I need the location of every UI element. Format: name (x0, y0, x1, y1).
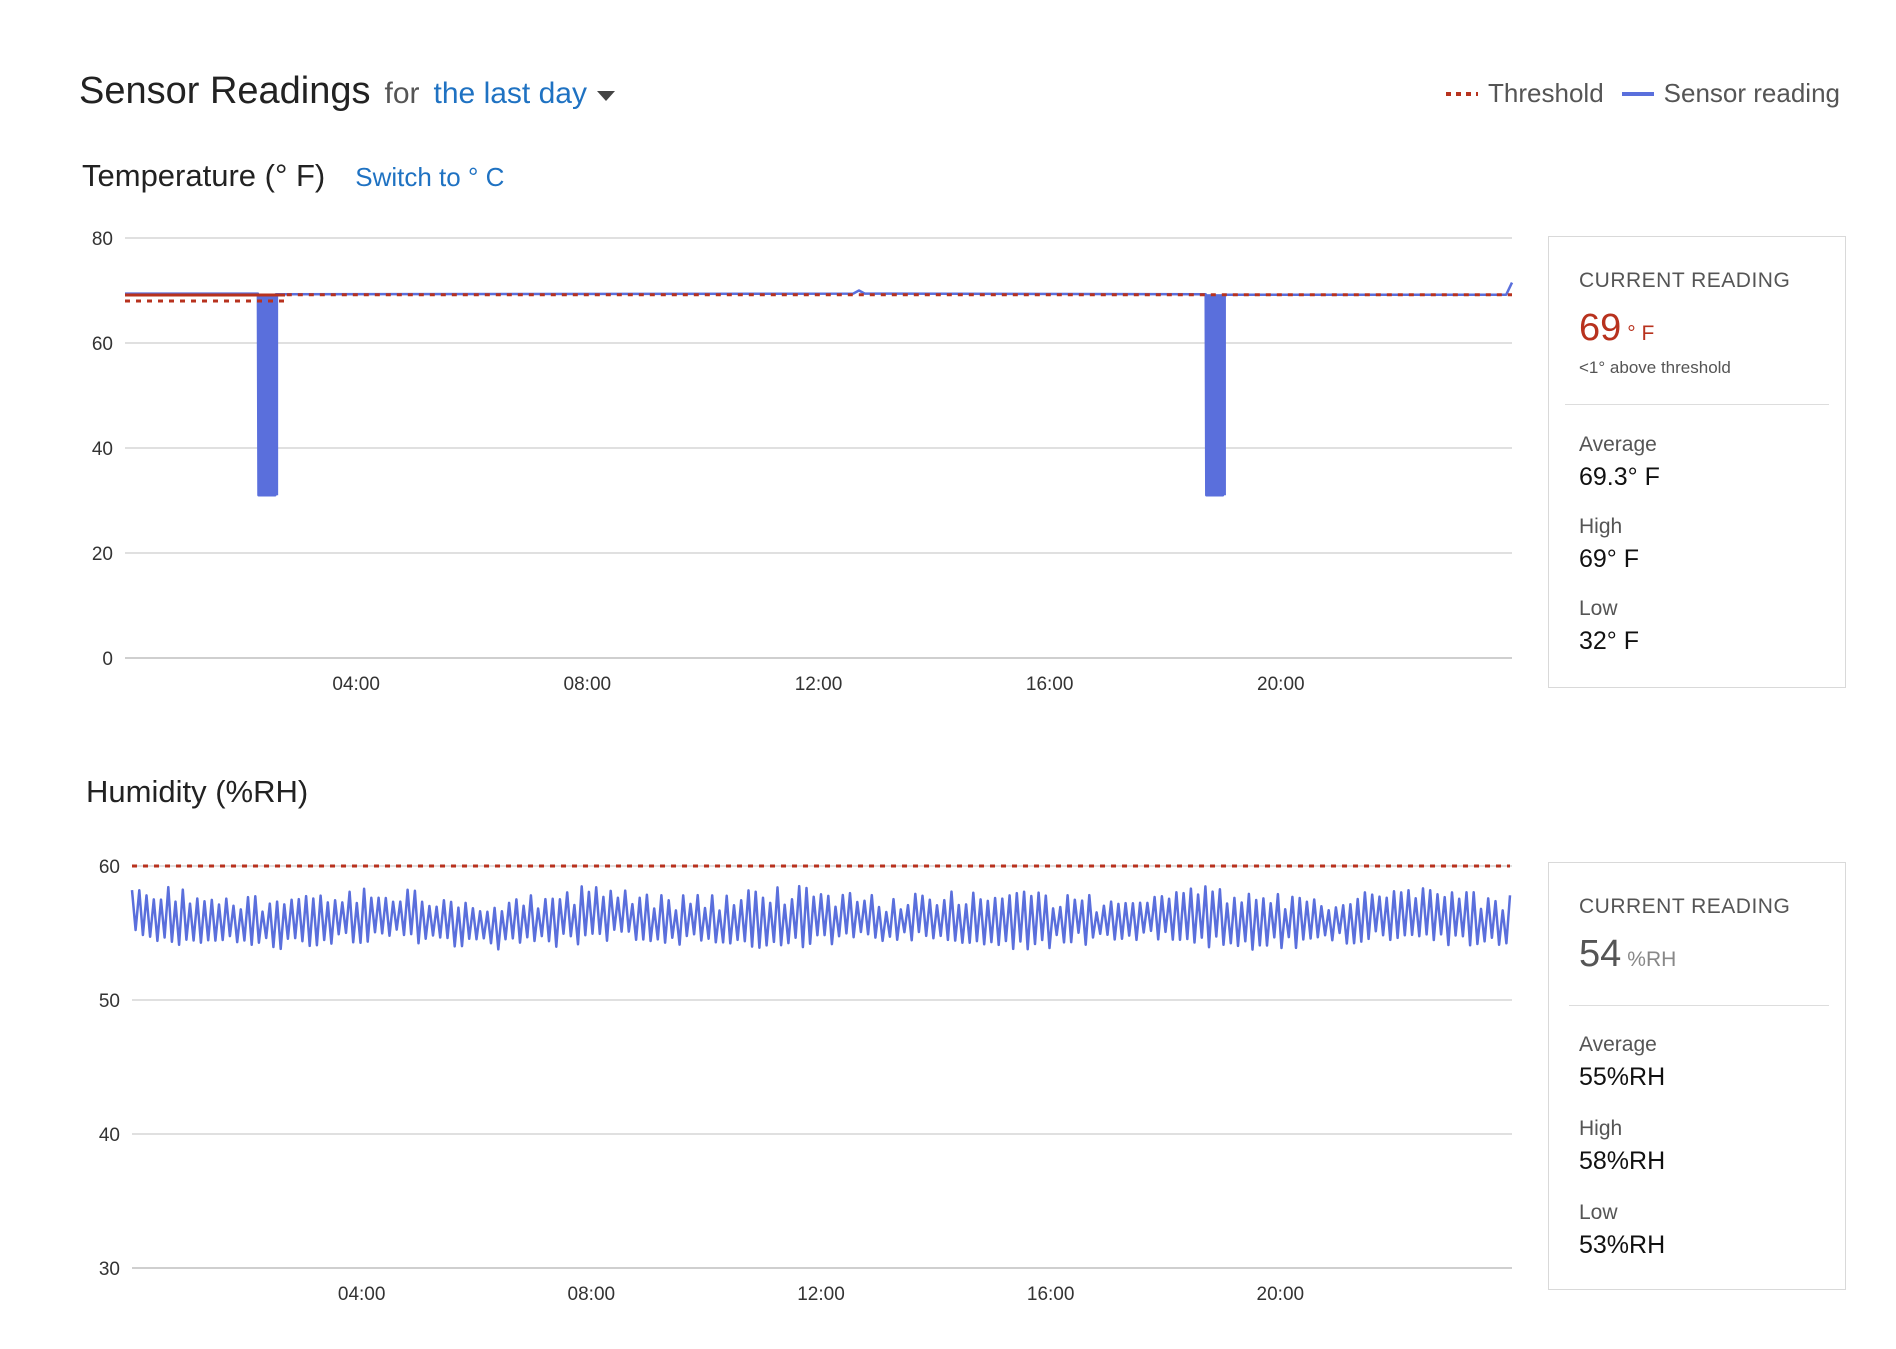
x-tick-label: 16:00 (1026, 674, 1074, 695)
hum-current-heading: CURRENT READING (1579, 895, 1791, 918)
threshold-note: <1° above threshold (1579, 358, 1731, 377)
y-tick-label: 80 (92, 229, 113, 250)
y-tick-label: 50 (99, 991, 120, 1012)
humidity-reading-card: CURRENT READING 54 %RH Average 55%RH Hig… (1548, 862, 1846, 1290)
header-title-row: Sensor Readings for the last day (79, 70, 615, 113)
y-tick-label: 60 (99, 857, 120, 878)
x-tick-label: 20:00 (1257, 1284, 1305, 1305)
hum-current-value: 54 (1579, 933, 1622, 975)
time-range-label: the last day (433, 77, 587, 110)
hum-high-value: 58%RH (1579, 1147, 1666, 1175)
x-tick-label: 12:00 (795, 674, 843, 695)
hum-average-value: 55%RH (1579, 1063, 1666, 1091)
temp-average-label: Average (1579, 433, 1657, 456)
y-tick-label: 40 (92, 439, 113, 460)
temperature-reading-card: CURRENT READING 69 ° F <1° above thresho… (1548, 236, 1846, 688)
temp-current-value: 69 (1579, 307, 1622, 349)
hum-low-label: Low (1579, 1201, 1618, 1224)
page-title: Sensor Readings (79, 70, 371, 112)
chart-legend: Threshold Sensor reading (1446, 78, 1840, 109)
temp-current-heading: CURRENT READING (1579, 269, 1791, 292)
legend-threshold-label: Threshold (1488, 78, 1604, 108)
chevron-down-icon (596, 91, 615, 101)
temperature-chart: 80 60 40 20 0 04:00 08:00 12:00 16:00 20:00 (92, 229, 1514, 695)
hum-average-label: Average (1579, 1033, 1657, 1056)
switch-unit-link[interactable]: Switch to ° C (355, 162, 504, 193)
dashed-line-icon (1446, 91, 1479, 96)
legend-sensor-label: Sensor reading (1663, 78, 1840, 108)
temperature-title: Temperature (° F) (82, 158, 326, 193)
y-tick-label: 30 (99, 1259, 120, 1280)
for-label: for (384, 77, 420, 110)
humidity-header: Humidity (%RH) (86, 774, 308, 810)
card-divider (1569, 1005, 1829, 1006)
x-tick-label: 16:00 (1027, 1284, 1075, 1305)
legend-sensor: Sensor reading (1621, 78, 1840, 109)
time-range-dropdown[interactable]: the last day (434, 77, 615, 111)
card-divider (1565, 404, 1829, 405)
y-tick-label: 20 (92, 544, 113, 565)
y-tick-label: 40 (99, 1125, 120, 1146)
x-tick-label: 04:00 (332, 674, 380, 695)
temp-low-value: 32° F (1579, 627, 1640, 655)
hum-high-label: High (1579, 1117, 1623, 1140)
hum-current-reading: 54 %RH (1579, 933, 1676, 976)
temp-low-label: Low (1579, 597, 1618, 620)
temp-high-value: 69° F (1579, 545, 1640, 573)
temperature-header: Temperature (° F) Switch to ° C (82, 158, 504, 194)
x-tick-label: 12:00 (797, 1284, 845, 1305)
hum-low-value: 53%RH (1579, 1231, 1666, 1259)
sensor-reading-line (130, 884, 1512, 951)
hum-current-unit: %RH (1627, 948, 1677, 971)
y-tick-label: 0 (102, 649, 113, 670)
humidity-chart: 60 50 40 30 04:00 08:00 12:00 16:00 20:00 (99, 857, 1512, 1305)
solid-line-icon (1621, 91, 1654, 96)
x-tick-label: 08:00 (564, 674, 612, 695)
humidity-title: Humidity (%RH) (86, 774, 309, 809)
temp-current-unit: ° F (1627, 322, 1655, 345)
legend-threshold: Threshold (1446, 78, 1604, 109)
x-tick-label: 08:00 (568, 1284, 616, 1305)
temp-high-label: High (1579, 515, 1623, 538)
temp-average-value: 69.3° F (1579, 463, 1660, 491)
sensor-reading-line (125, 282, 1514, 497)
temp-current-reading: 69 ° F (1579, 307, 1654, 350)
x-tick-label: 04:00 (338, 1284, 386, 1305)
y-tick-label: 60 (92, 334, 113, 355)
x-tick-label: 20:00 (1257, 674, 1305, 695)
